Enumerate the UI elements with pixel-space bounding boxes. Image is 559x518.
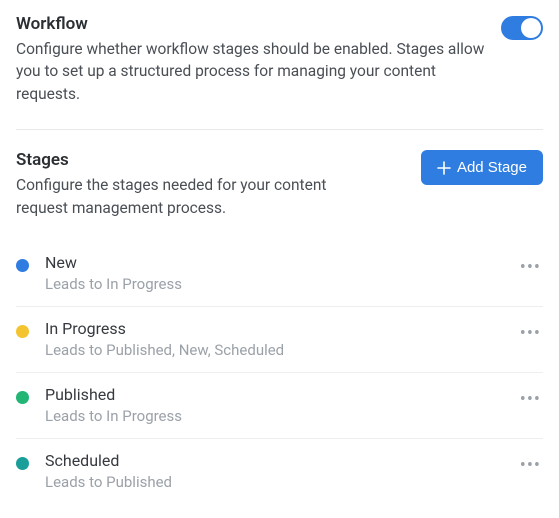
stage-color-dot	[16, 259, 29, 272]
workflow-title: Workflow	[16, 14, 486, 34]
stage-body: New Leads to In Progress	[45, 253, 518, 293]
workflow-header-text: Workflow Configure whether workflow stag…	[16, 14, 486, 105]
stage-more-icon[interactable]: •••	[518, 257, 543, 279]
workflow-header: Workflow Configure whether workflow stag…	[16, 14, 543, 105]
stage-body: In Progress Leads to Published, New, Sche…	[45, 319, 518, 359]
stage-more-icon[interactable]: •••	[518, 323, 543, 345]
divider	[16, 129, 543, 130]
stage-item[interactable]: New Leads to In Progress•••	[16, 241, 543, 307]
stages-header: Stages Configure the stages needed for y…	[16, 150, 543, 219]
stages-title: Stages	[16, 150, 356, 170]
stage-leads: Leads to Published, New, Scheduled	[45, 341, 518, 359]
workflow-description: Configure whether workflow stages should…	[16, 38, 486, 105]
stage-item[interactable]: Published Leads to In Progress•••	[16, 373, 543, 439]
stage-body: Published Leads to In Progress	[45, 385, 518, 425]
stages-list: NewLeads to In Progress•••In ProgressLea…	[16, 241, 543, 504]
stage-name: Scheduled	[45, 451, 518, 470]
add-stage-label: Add Stage	[457, 159, 527, 176]
stage-leads: Leads to In Progress	[45, 407, 518, 425]
stage-color-dot	[16, 391, 29, 404]
add-stage-button[interactable]: Add Stage	[421, 150, 543, 185]
stage-color-dot	[16, 325, 29, 338]
stage-leads: Leads to In Progress	[45, 275, 518, 293]
stage-more-icon[interactable]: •••	[518, 389, 543, 411]
toggle-knob	[521, 18, 541, 38]
workflow-toggle[interactable]	[501, 16, 543, 40]
stages-header-text: Stages Configure the stages needed for y…	[16, 150, 356, 219]
stages-description: Configure the stages needed for your con…	[16, 174, 356, 219]
plus-icon	[437, 161, 451, 175]
stage-name: In Progress	[45, 319, 518, 338]
stage-color-dot	[16, 457, 29, 470]
stage-name: Published	[45, 385, 518, 404]
stage-item[interactable]: Scheduled Leads to Published•••	[16, 439, 543, 504]
stage-body: Scheduled Leads to Published	[45, 451, 518, 491]
stage-leads: Leads to Published	[45, 473, 518, 491]
stage-more-icon[interactable]: •••	[518, 455, 543, 477]
stage-item[interactable]: In Progress Leads to Published, New, Sche…	[16, 307, 543, 373]
stage-name: New	[45, 253, 518, 272]
